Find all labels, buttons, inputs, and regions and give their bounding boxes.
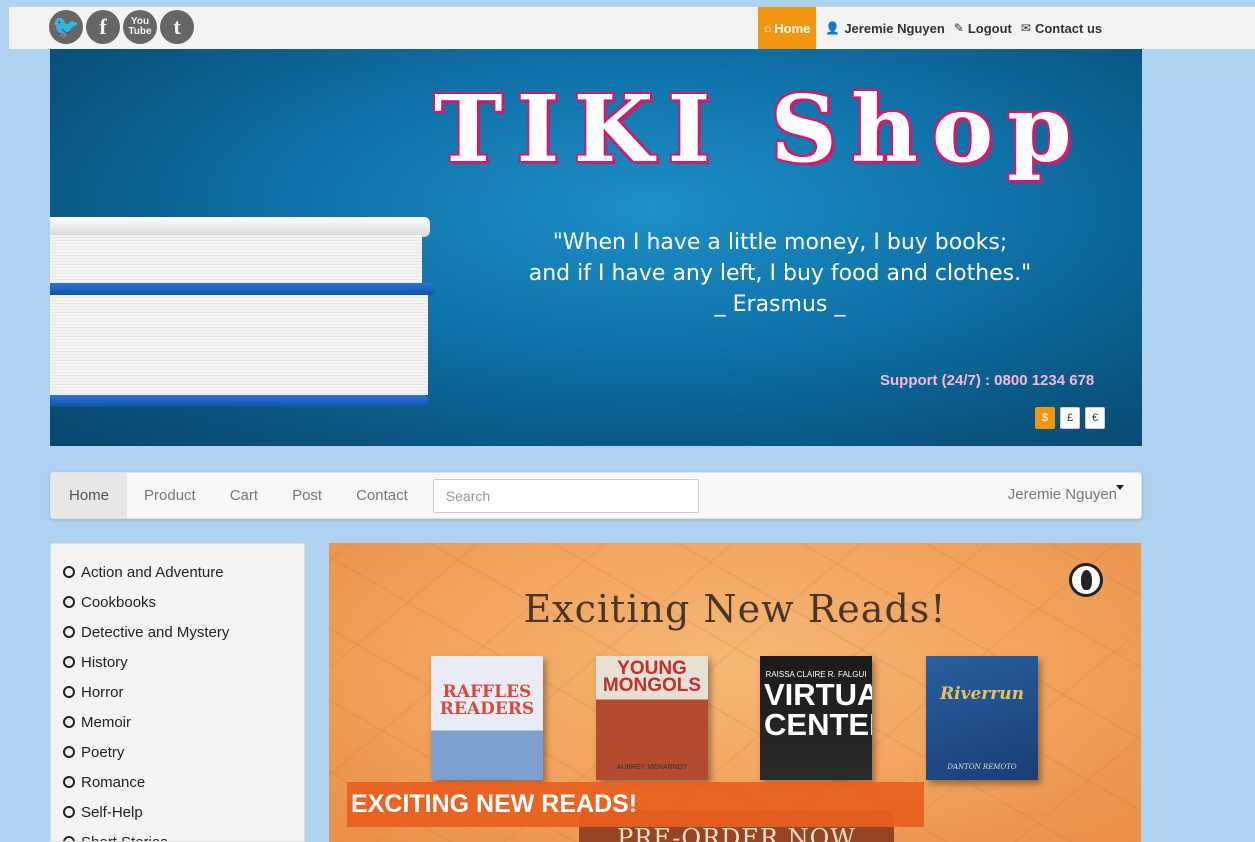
nav-post[interactable]: Post bbox=[275, 473, 339, 518]
promo-slide[interactable]: Exciting New Reads! RAFFLES READERS YOUN… bbox=[329, 543, 1141, 842]
nav-cart[interactable]: Cart bbox=[213, 473, 275, 518]
quote-line-2: and if I have any left, I buy food and c… bbox=[528, 261, 1032, 286]
caret-down-icon[interactable] bbox=[1116, 485, 1124, 490]
top-bar: 🐦 f You Tube t ⌂ Home 👤 Jeremie Nguyen ✎… bbox=[9, 7, 1255, 49]
top-nav-user[interactable]: 👤 Jeremie Nguyen bbox=[825, 21, 944, 36]
book-cover[interactable]: RAFFLES READERS bbox=[431, 656, 543, 780]
book-pages bbox=[50, 295, 428, 395]
circle-icon bbox=[63, 566, 75, 578]
category-label: Poetry bbox=[81, 743, 125, 761]
category-label: Detective and Mystery bbox=[81, 623, 230, 641]
category-label: Romance bbox=[81, 773, 146, 791]
quote-author: _ Erasmus _ bbox=[714, 292, 846, 317]
category-item[interactable]: Detective and Mystery bbox=[51, 617, 304, 647]
top-nav-logout-label: Logout bbox=[967, 20, 1012, 36]
category-item[interactable]: Poetry bbox=[51, 737, 304, 767]
circle-icon bbox=[63, 806, 75, 818]
support-phone: Support (24/7) : 0800 1234 678 bbox=[880, 372, 1095, 389]
circle-icon bbox=[63, 836, 75, 841]
category-label: Memoir bbox=[81, 713, 132, 731]
category-item[interactable]: Memoir bbox=[51, 707, 304, 737]
category-item[interactable]: Cookbooks bbox=[51, 587, 304, 617]
category-label: Self-Help bbox=[81, 803, 143, 821]
book-author: AUBREY MENARNDY bbox=[616, 764, 688, 771]
main-navbar: Home Product Cart Post Contact Jeremie N… bbox=[50, 472, 1142, 519]
top-nav-contact[interactable]: ✉ Contact us bbox=[1021, 21, 1102, 36]
books-image bbox=[50, 209, 490, 419]
circle-icon bbox=[63, 596, 75, 608]
circle-icon bbox=[63, 776, 75, 788]
category-label: History bbox=[81, 653, 128, 671]
category-label: Short Stories bbox=[81, 833, 168, 842]
book-pages bbox=[50, 235, 422, 283]
category-label: Action and Adventure bbox=[81, 563, 224, 581]
circle-icon bbox=[63, 686, 75, 698]
home-icon: ⌂ bbox=[764, 21, 772, 35]
circle-icon bbox=[63, 746, 75, 758]
facebook-icon[interactable]: f bbox=[86, 10, 120, 44]
search-input[interactable] bbox=[432, 478, 699, 513]
envelope-icon: ✉ bbox=[1020, 21, 1031, 35]
nav-product[interactable]: Product bbox=[127, 473, 213, 518]
category-label: Horror bbox=[81, 683, 124, 701]
user-icon: 👤 bbox=[825, 21, 841, 35]
category-label: Cookbooks bbox=[81, 593, 157, 611]
category-item[interactable]: Action and Adventure bbox=[51, 557, 304, 587]
circle-icon bbox=[63, 626, 75, 638]
top-nav-contact-label: Contact us bbox=[1034, 20, 1103, 36]
nav-contact[interactable]: Contact bbox=[339, 473, 425, 518]
book-cover[interactable]: YOUNG MONGOLS AUBREY MENARNDY bbox=[596, 656, 708, 780]
book-author: DANTON REMOTO bbox=[947, 763, 1017, 771]
book-cover-blue bbox=[50, 395, 428, 407]
book-cover[interactable]: RAISSA CLAIRE R. FALGUI VIRTUAL CENTER bbox=[760, 656, 872, 780]
promo-title: Exciting New Reads! bbox=[523, 587, 947, 631]
twitter-icon[interactable]: 🐦 bbox=[49, 10, 83, 44]
top-nav-home[interactable]: ⌂ Home bbox=[758, 7, 817, 49]
book-title: YOUNG MONGOLS bbox=[602, 658, 702, 696]
book-title: Riverrun bbox=[940, 684, 1024, 704]
category-sidebar: Action and Adventure Cookbooks Detective… bbox=[50, 543, 305, 842]
site-logo[interactable]: TIKI Shop bbox=[434, 75, 1086, 183]
circle-icon bbox=[63, 656, 75, 668]
currency-eur-button[interactable]: € bbox=[1085, 407, 1105, 429]
currency-gbp-button[interactable]: £ bbox=[1060, 407, 1080, 429]
category-item[interactable]: Short Stories bbox=[51, 827, 304, 842]
book-cover-top bbox=[50, 217, 430, 237]
user-dropdown[interactable]: Jeremie Nguyen bbox=[1008, 486, 1117, 503]
category-item[interactable]: History bbox=[51, 647, 304, 677]
category-item[interactable]: Self-Help bbox=[51, 797, 304, 827]
top-nav-logout[interactable]: ✎ Logout bbox=[954, 21, 1012, 36]
quote-line-1: "When I have a little money, I buy books… bbox=[552, 230, 1008, 255]
circle-icon bbox=[63, 716, 75, 728]
currency-usd-button[interactable]: $ bbox=[1035, 407, 1055, 429]
book-title: VIRTUAL CENTER bbox=[764, 677, 872, 742]
currency-switcher: $ £ € bbox=[1035, 407, 1105, 429]
edit-icon: ✎ bbox=[953, 21, 964, 35]
promo-caption: EXCITING NEW READS! bbox=[347, 782, 924, 827]
top-nav-home-label: Home bbox=[774, 20, 811, 36]
social-links: 🐦 f You Tube t bbox=[49, 10, 194, 44]
nav-home[interactable]: Home bbox=[51, 473, 128, 518]
category-item[interactable]: Horror bbox=[51, 677, 304, 707]
book-cover-blue bbox=[50, 283, 434, 295]
book-cover[interactable]: Riverrun DANTON REMOTO bbox=[926, 656, 1038, 780]
tumblr-icon[interactable]: t bbox=[160, 10, 194, 44]
book-title: RAFFLES READERS bbox=[439, 682, 535, 719]
hero-banner: TIKI Shop "When I have a little money, I… bbox=[50, 49, 1142, 446]
youtube-icon[interactable]: You Tube bbox=[123, 10, 157, 44]
top-nav: ⌂ Home 👤 Jeremie Nguyen ✎ Logout ✉ Conta… bbox=[758, 7, 1102, 49]
category-item[interactable]: Romance bbox=[51, 767, 304, 797]
banner-quote: "When I have a little money, I buy books… bbox=[430, 227, 1130, 320]
top-nav-user-label: Jeremie Nguyen bbox=[844, 20, 945, 36]
